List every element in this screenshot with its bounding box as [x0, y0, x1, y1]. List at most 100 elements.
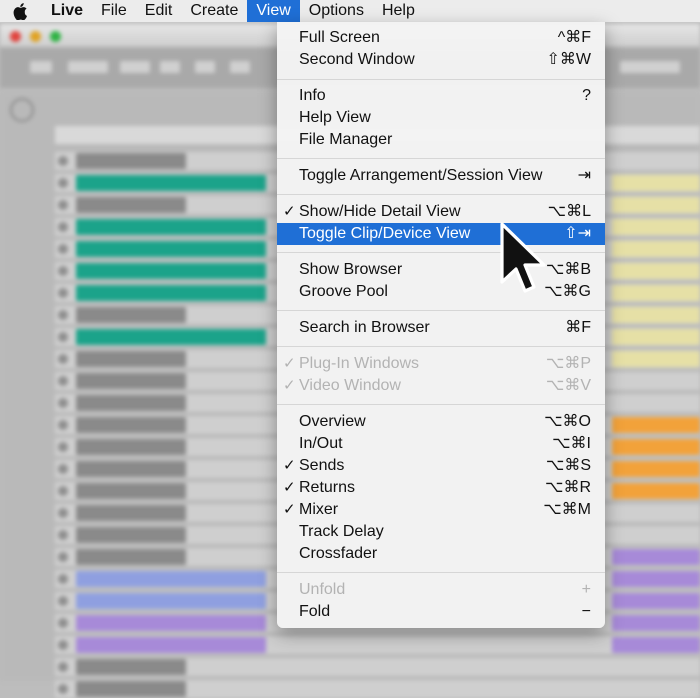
menu-item-toggle-clip-device-view[interactable]: Toggle Clip/Device View ⇧⇥	[277, 223, 605, 245]
menu-item-groove-pool[interactable]: Groove Pool ⌥⌘G	[277, 281, 605, 303]
menu-item-crossfader[interactable]: Crossfader	[277, 543, 605, 565]
menu-item-track-delay[interactable]: Track Delay	[277, 521, 605, 543]
clip[interactable]	[76, 351, 186, 367]
clip-launch-icon[interactable]	[58, 398, 68, 408]
menu-item-show-browser[interactable]: Show Browser ⌥⌘B	[277, 259, 605, 281]
clip-launch-icon[interactable]	[58, 354, 68, 364]
menu-item-in-out[interactable]: In/Out ⌥⌘I	[277, 433, 605, 455]
clip[interactable]	[612, 241, 700, 257]
menu-edit[interactable]: Edit	[136, 0, 182, 22]
clip[interactable]	[612, 483, 700, 499]
clip[interactable]	[76, 461, 186, 477]
menu-item-overview[interactable]: Overview ⌥⌘O	[277, 411, 605, 433]
clip-launch-icon[interactable]	[58, 618, 68, 628]
clip[interactable]	[612, 615, 700, 631]
clip[interactable]	[76, 153, 186, 169]
clip-launch-icon[interactable]	[58, 662, 68, 672]
control-bar-item[interactable]	[195, 61, 215, 73]
zoom-window-icon[interactable]	[50, 31, 61, 42]
clip-launch-icon[interactable]	[58, 310, 68, 320]
menu-item-help-view[interactable]: Help View	[277, 107, 605, 129]
menu-item-mixer[interactable]: ✓ Mixer ⌥⌘M	[277, 499, 605, 521]
clip-launch-icon[interactable]	[58, 552, 68, 562]
clip[interactable]	[76, 571, 266, 587]
clip[interactable]	[76, 197, 186, 213]
clip-launch-icon[interactable]	[58, 486, 68, 496]
clip[interactable]	[612, 351, 700, 367]
minimize-window-icon[interactable]	[30, 31, 41, 42]
apple-icon[interactable]	[0, 0, 42, 22]
menu-help[interactable]: Help	[373, 0, 424, 22]
clip[interactable]	[612, 329, 700, 345]
clip[interactable]	[76, 329, 266, 345]
menu-item-show-hide-detail-view[interactable]: ✓ Show/Hide Detail View ⌥⌘L	[277, 201, 605, 223]
menu-item-second-window[interactable]: Second Window ⇧⌘W	[277, 49, 605, 71]
menu-file[interactable]: File	[92, 0, 136, 22]
control-bar-item[interactable]	[620, 61, 680, 73]
clip-launch-icon[interactable]	[58, 178, 68, 188]
menu-item-info[interactable]: Info ?	[277, 85, 605, 107]
clip[interactable]	[76, 505, 186, 521]
clip[interactable]	[76, 395, 186, 411]
clip[interactable]	[76, 593, 266, 609]
clip[interactable]	[76, 241, 266, 257]
clip[interactable]	[76, 681, 186, 697]
clip-launch-icon[interactable]	[58, 288, 68, 298]
clip[interactable]	[612, 461, 700, 477]
clip-launch-icon[interactable]	[58, 376, 68, 386]
clip[interactable]	[612, 417, 700, 433]
menu-item-sends[interactable]: ✓ Sends ⌥⌘S	[277, 455, 605, 477]
clip-launch-icon[interactable]	[58, 596, 68, 606]
control-bar-item[interactable]	[120, 61, 150, 73]
menu-view[interactable]: View	[247, 0, 300, 22]
menu-item-search-in-browser[interactable]: Search in Browser ⌘F	[277, 317, 605, 339]
clip[interactable]	[76, 219, 266, 235]
clip[interactable]	[612, 219, 700, 235]
clip[interactable]	[612, 285, 700, 301]
clip-launch-icon[interactable]	[58, 442, 68, 452]
clip[interactable]	[76, 659, 186, 675]
clip[interactable]	[612, 571, 700, 587]
clip[interactable]	[612, 197, 700, 213]
clip-launch-icon[interactable]	[58, 684, 68, 694]
clip-launch-icon[interactable]	[58, 530, 68, 540]
clip[interactable]	[76, 263, 266, 279]
menu-item-returns[interactable]: ✓ Returns ⌥⌘R	[277, 477, 605, 499]
clip[interactable]	[76, 615, 266, 631]
clip[interactable]	[612, 307, 700, 323]
clip[interactable]	[76, 439, 186, 455]
clip-launch-icon[interactable]	[58, 332, 68, 342]
tempo-control[interactable]	[30, 61, 52, 73]
control-bar-item[interactable]	[230, 61, 250, 73]
menu-item-toggle-arrangement-session[interactable]: Toggle Arrangement/Session View ⇥	[277, 165, 605, 187]
clip-launch-icon[interactable]	[58, 244, 68, 254]
menu-options[interactable]: Options	[300, 0, 373, 22]
clip-launch-icon[interactable]	[58, 200, 68, 210]
clip[interactable]	[76, 307, 186, 323]
clip[interactable]	[76, 373, 186, 389]
clip[interactable]	[612, 439, 700, 455]
clip-launch-icon[interactable]	[58, 222, 68, 232]
clip-launch-icon[interactable]	[58, 420, 68, 430]
clip[interactable]	[612, 593, 700, 609]
menu-live[interactable]: Live	[42, 0, 92, 22]
clip[interactable]	[612, 263, 700, 279]
clip-launch-icon[interactable]	[58, 156, 68, 166]
clip-launch-icon[interactable]	[58, 640, 68, 650]
clip[interactable]	[76, 285, 266, 301]
clip-launch-icon[interactable]	[58, 574, 68, 584]
clip-launch-icon[interactable]	[58, 266, 68, 276]
overview-toggle-icon[interactable]	[10, 98, 34, 122]
time-signature-control[interactable]	[68, 61, 108, 73]
clip[interactable]	[76, 637, 266, 653]
clip[interactable]	[612, 637, 700, 653]
clip[interactable]	[612, 175, 700, 191]
clip[interactable]	[76, 175, 266, 191]
clip[interactable]	[76, 527, 186, 543]
clip[interactable]	[612, 549, 700, 565]
clip[interactable]	[76, 417, 186, 433]
menu-item-full-screen[interactable]: Full Screen ^⌘F	[277, 27, 605, 49]
clip-launch-icon[interactable]	[58, 508, 68, 518]
clip[interactable]	[76, 549, 186, 565]
menu-item-fold[interactable]: Fold −	[277, 601, 605, 623]
